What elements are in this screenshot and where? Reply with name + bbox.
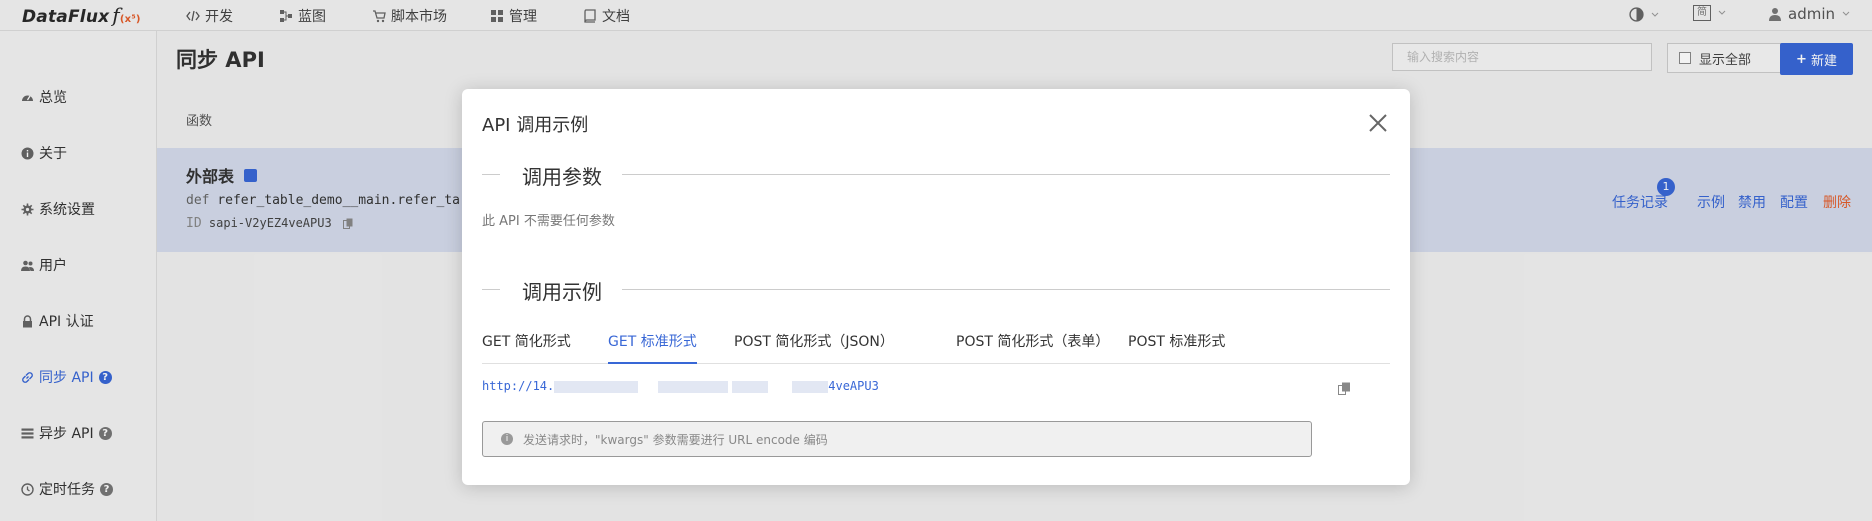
redacted-segment	[554, 380, 639, 393]
tab-post-standard[interactable]: POST 标准形式	[1128, 331, 1225, 362]
tab-get-standard[interactable]: GET 标准形式	[608, 331, 697, 364]
tab-post-simple-form[interactable]: POST 简化形式（表单）	[956, 331, 1109, 362]
url-prefix: http://14.	[482, 379, 555, 393]
copy-icon[interactable]	[1338, 382, 1351, 395]
divider	[622, 174, 1390, 175]
close-icon[interactable]	[1366, 111, 1390, 135]
api-example-dialog: API 调用示例 调用参数 此 API 不需要任何参数 调用示例 GET 简化形…	[462, 89, 1410, 485]
section-title: 调用示例	[522, 276, 602, 305]
divider	[482, 174, 500, 175]
section-title: 调用参数	[522, 161, 602, 190]
section-examples-header: 调用示例	[482, 276, 1390, 305]
encode-tip: i 发送请求时，"kwargs" 参数需要进行 URL encode 编码	[482, 421, 1312, 457]
example-url[interactable]: http://14. 4veAPU3	[482, 379, 879, 393]
tip-text: 发送请求时，"kwargs" 参数需要进行 URL encode 编码	[523, 432, 828, 447]
dialog-title: API 调用示例	[482, 115, 589, 136]
example-tabs: GET 简化形式 GET 标准形式 POST 简化形式（JSON） POST 简…	[482, 331, 1390, 364]
section-params-header: 调用参数	[482, 161, 1390, 190]
no-params-text: 此 API 不需要任何参数	[482, 214, 615, 229]
redacted-segment	[732, 380, 769, 393]
tab-post-simple-json[interactable]: POST 简化形式（JSON）	[734, 331, 894, 362]
divider	[482, 289, 500, 290]
divider	[622, 289, 1390, 290]
url-suffix: 4veAPU3	[828, 379, 879, 393]
info-icon: i	[501, 433, 513, 445]
redacted-segment	[658, 380, 729, 393]
redacted-segment	[792, 380, 829, 393]
tab-get-simple[interactable]: GET 简化形式	[482, 331, 571, 362]
